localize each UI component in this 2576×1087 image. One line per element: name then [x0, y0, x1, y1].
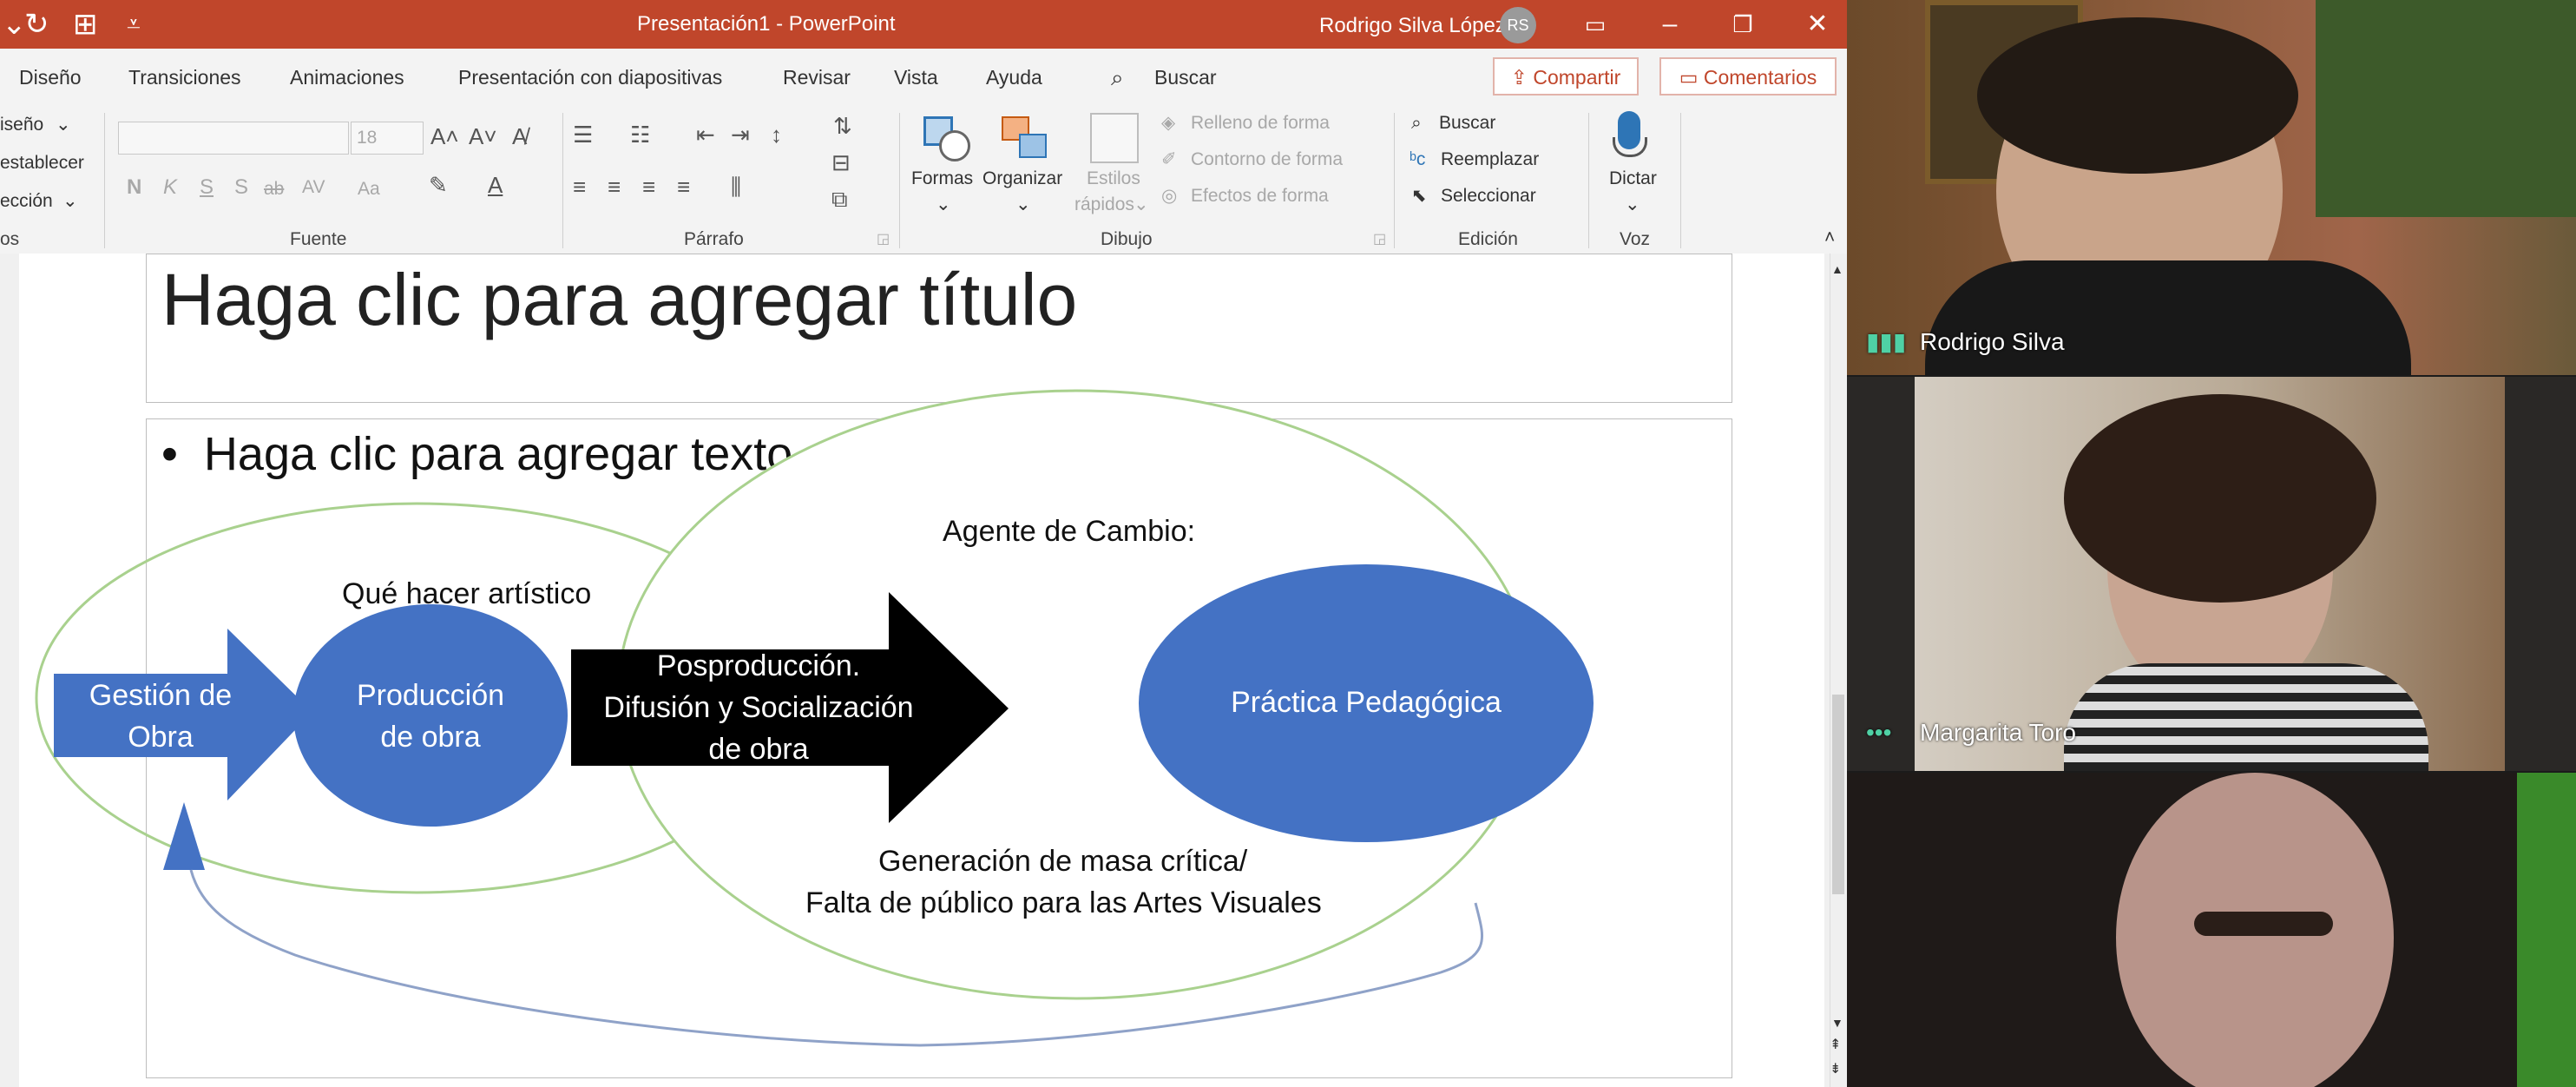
produccion-ellipse [293, 604, 568, 827]
participant-name: Rodrigo Silva [1920, 328, 2065, 355]
audio-active-icon: ▮▮▮ [1866, 328, 1907, 355]
agente-label: Agente de Cambio: [943, 515, 1196, 548]
participant-tile[interactable] [1847, 773, 2576, 1087]
produccion-label-2: de obra [380, 721, 481, 754]
generacion-label-1: Generación de masa crítica/ [878, 845, 1248, 878]
pospro-label-2: Difusión y Socialización [603, 691, 914, 724]
practica-label: Práctica Pedagógica [1231, 686, 1502, 719]
participant-hair [2064, 394, 2376, 603]
participant-name: Margarita Toro [1920, 719, 2077, 746]
participant-shirt [2064, 663, 2428, 771]
slide-diagram [35, 389, 1594, 1047]
gestion-label-1: Gestión de [89, 679, 233, 712]
wall-painting [2316, 0, 2576, 217]
generacion-label-2: Falta de público para las Artes Visuales [805, 886, 1322, 919]
participant-mustache [2194, 912, 2333, 936]
participant-hair [1977, 17, 2298, 174]
participant-tile[interactable]: ••• Margarita Toro [1847, 377, 2576, 771]
gestion-label-2: Obra [128, 721, 194, 754]
participant-tile[interactable]: ▮▮▮ Rodrigo Silva [1847, 0, 2576, 375]
pospro-label-1: Posproducción. [656, 649, 861, 682]
que-hacer-label: Qué hacer artístico [342, 577, 592, 610]
more-options-icon[interactable]: ••• [1866, 717, 1891, 748]
green-wall [2517, 773, 2576, 1087]
produccion-label-1: Producción [356, 679, 505, 712]
pospro-label-3: de obra [708, 733, 809, 766]
participant-shirt [1925, 260, 2411, 375]
powerpoint-window: ⌄ ↻ ⊞ ⩡ Presentación1 - PowerPoint Rodri… [0, 0, 1847, 1087]
feedback-arrowhead [163, 802, 205, 870]
